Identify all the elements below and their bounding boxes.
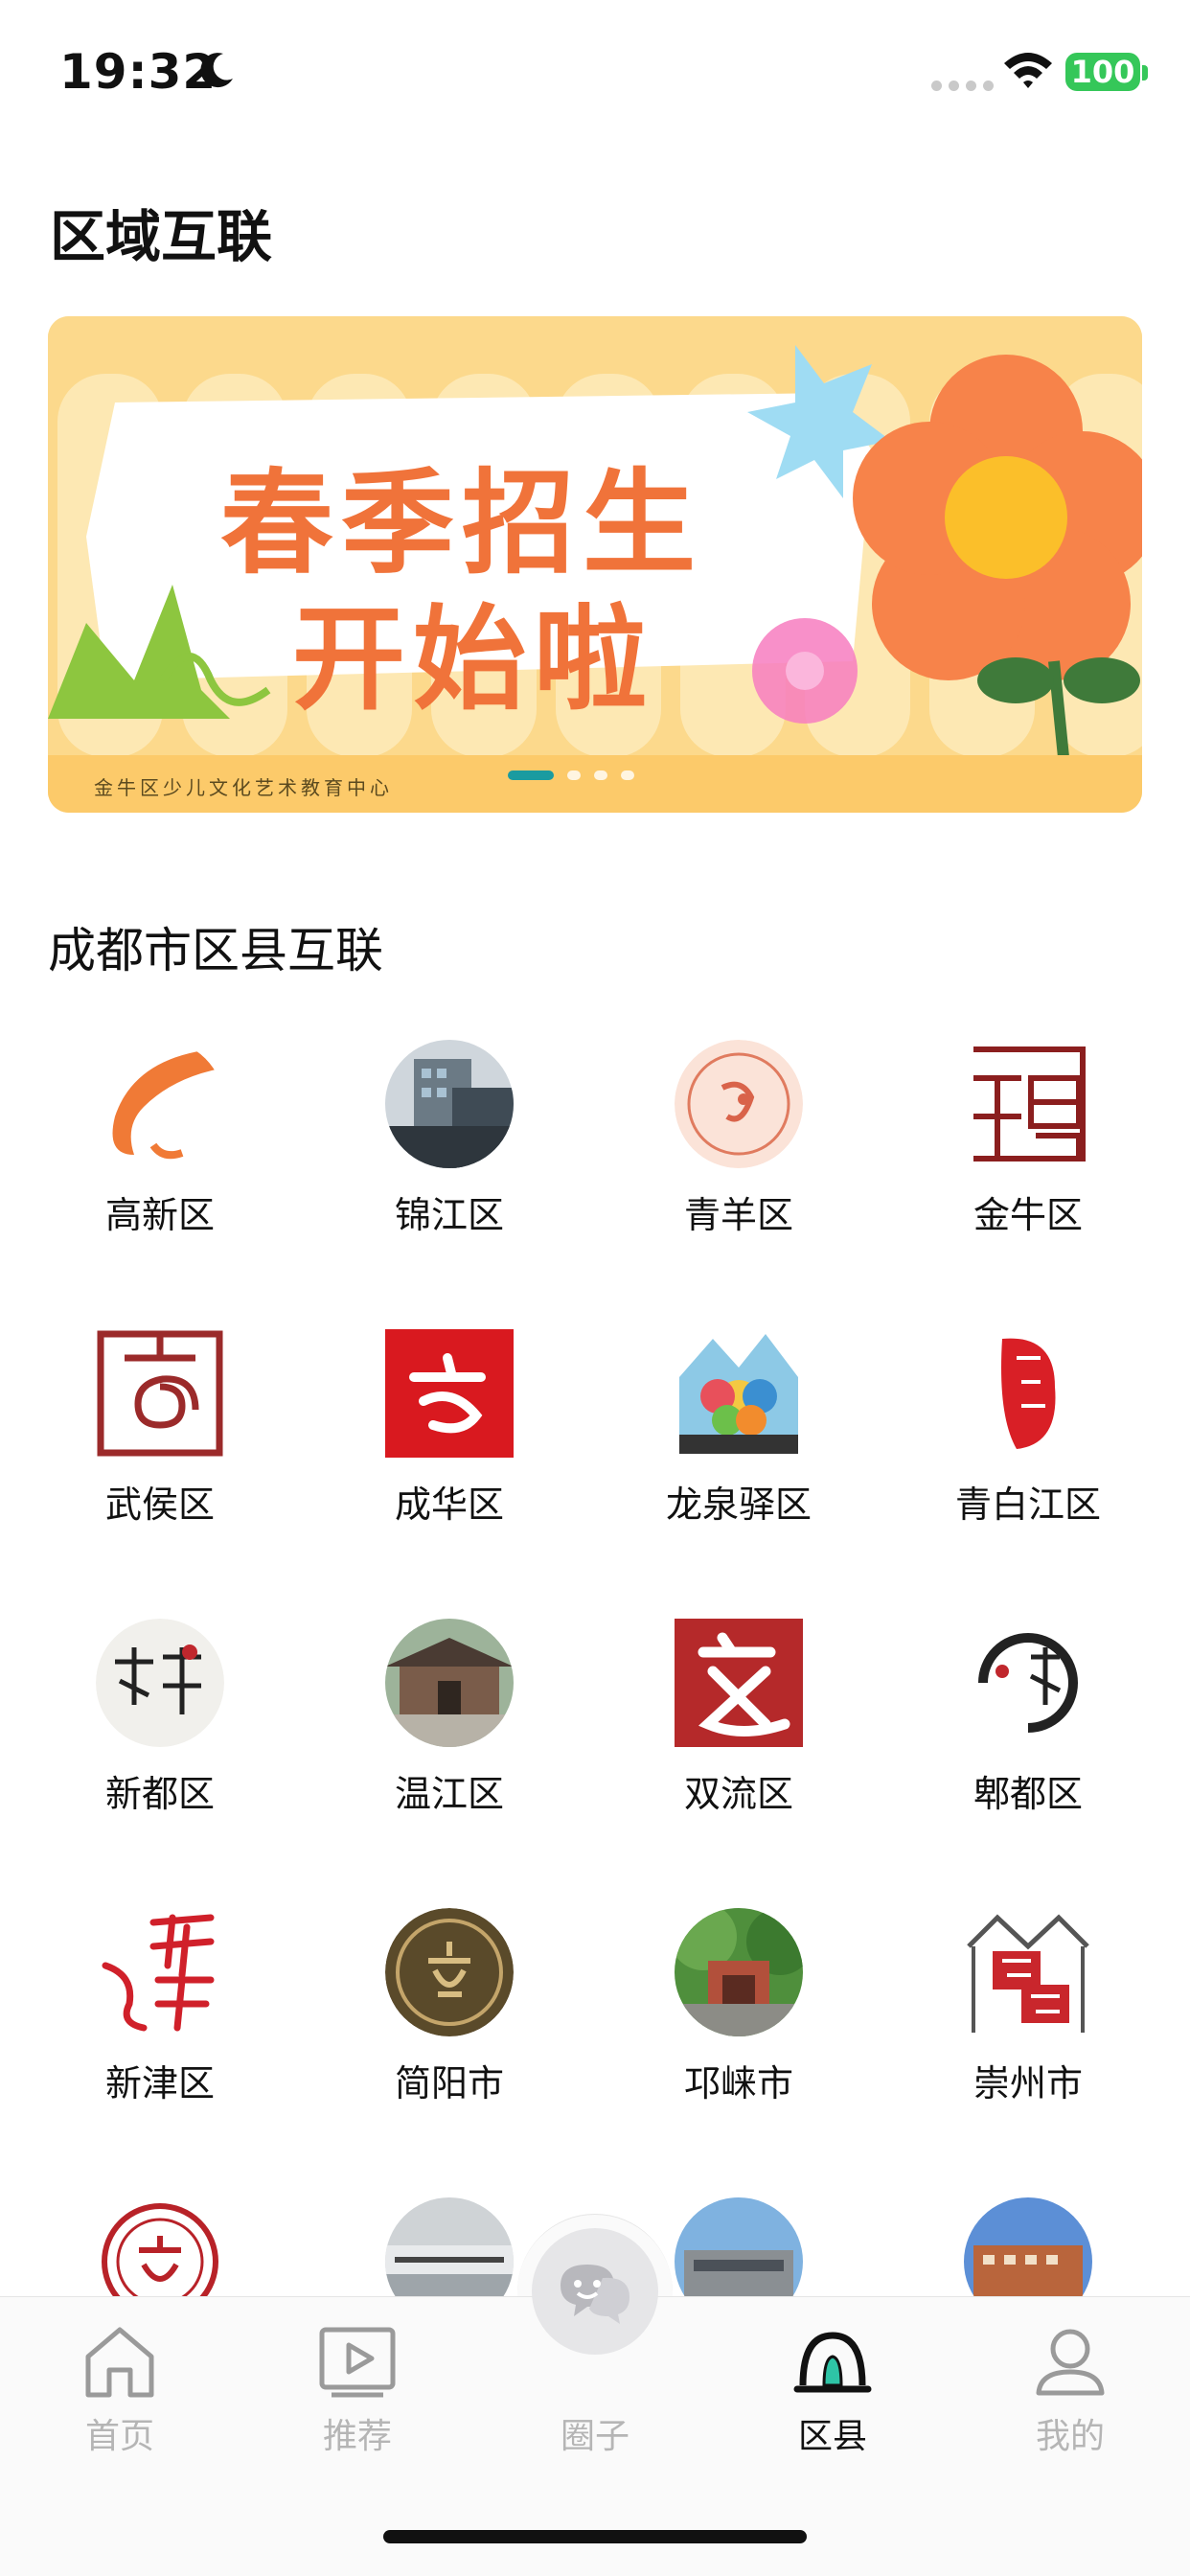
seal-logo-icon: [675, 1040, 803, 1168]
page-title: 区域互联: [50, 204, 273, 269]
profile-icon: [1036, 2329, 1105, 2396]
district-item[interactable]: 温江区: [297, 1619, 584, 1858]
banner-dot: [508, 770, 554, 780]
district-label: 简阳市: [394, 2062, 504, 2104]
red-square-logo-icon: [385, 1329, 514, 1458]
banner-organization: 金牛区少儿文化艺术教育中心: [94, 776, 393, 799]
district-label: 锦江区: [394, 1194, 504, 1236]
district-label: 高新区: [104, 1194, 215, 1236]
district-item[interactable]: 青白江区: [876, 1329, 1163, 1569]
section-title: 成都市区县互联: [48, 923, 383, 978]
home-indicator: [383, 2530, 807, 2543]
status-time: 19:32: [59, 44, 217, 100]
banner-subheadline: 开始啦: [292, 593, 655, 725]
building-photo-icon: [385, 1040, 514, 1168]
banner-dot: [621, 770, 634, 780]
wen-character-logo-icon: [675, 1619, 803, 1747]
tab-label: 区县: [797, 2417, 867, 2456]
district-label: 金牛区: [973, 1194, 1083, 1236]
district-item[interactable]: 金牛区: [876, 1040, 1163, 1279]
district-label: 郫都区: [973, 1773, 1083, 1815]
district-item[interactable]: 龙泉驿区: [586, 1329, 874, 1569]
district-item[interactable]: 成华区: [297, 1329, 584, 1569]
play-icon: [319, 2327, 396, 2398]
district-item[interactable]: 武侯区: [8, 1329, 295, 1569]
district-label: 青白江区: [954, 1484, 1101, 1526]
cellular-signal-icon: [931, 80, 994, 91]
tab-label: 我的: [1035, 2417, 1105, 2456]
bell-dome-icon: [793, 2332, 872, 2393]
district-label: 龙泉驿区: [665, 1484, 812, 1526]
promo-banner[interactable]: 春季招生 开始啦 金牛区少儿文化艺术教育中心: [48, 316, 1142, 813]
moon-icon: [200, 53, 233, 88]
district-label: 新都区: [104, 1773, 215, 1815]
district-item[interactable]: 简阳市: [297, 1908, 584, 2148]
temple-photo-icon: [385, 1619, 514, 1747]
bronze-medal-icon: [385, 1908, 514, 2036]
status-bar: 19:32 100: [0, 0, 1190, 144]
district-item[interactable]: 高新区: [8, 1040, 295, 1279]
tab-profile[interactable]: 我的: [998, 2322, 1142, 2456]
calligraphy-logo-icon: [964, 1040, 1092, 1168]
battery-cap: [1142, 65, 1148, 80]
chat-bubbles-icon: [561, 2265, 629, 2324]
tab-district[interactable]: 区县: [761, 2322, 904, 2456]
center-action-button[interactable]: [532, 2228, 658, 2355]
district-label: 新津区: [104, 2062, 215, 2104]
ink-circle-logo-icon: [964, 1619, 1092, 1747]
tab-label: 推荐: [322, 2417, 392, 2456]
flower-mountain-logo-icon: [675, 1329, 803, 1458]
battery-indicator: 100: [1065, 53, 1140, 91]
banner-page-indicator: [508, 770, 634, 780]
tab-recommend[interactable]: 推荐: [286, 2322, 429, 2456]
district-label: 青羊区: [683, 1194, 793, 1236]
district-label: 温江区: [394, 1773, 504, 1815]
district-item[interactable]: 邛崃市: [586, 1908, 874, 2148]
district-item[interactable]: 锦江区: [297, 1040, 584, 1279]
home-icon: [85, 2327, 154, 2398]
banner-dot: [594, 770, 607, 780]
house-frame-logo-icon: [964, 1908, 1092, 2036]
district-label: 武侯区: [104, 1484, 215, 1526]
spiral-logo-icon: [96, 1329, 224, 1458]
district-item[interactable]: 新都区: [8, 1619, 295, 1858]
tab-home[interactable]: 首页: [48, 2322, 192, 2456]
district-item[interactable]: 新津区: [8, 1908, 295, 2148]
district-item[interactable]: 郫都区: [876, 1619, 1163, 1858]
district-label: 邛崃市: [683, 2062, 793, 2104]
district-item[interactable]: 双流区: [586, 1619, 874, 1858]
district-label: 成华区: [394, 1484, 504, 1526]
tab-label: 圈子: [560, 2417, 629, 2456]
red-calligraphy-icon: [96, 1908, 224, 2036]
wifi-icon: [1004, 53, 1052, 88]
district-label: 崇州市: [973, 2062, 1083, 2104]
district-item[interactable]: 崇州市: [876, 1908, 1163, 2148]
banner-dot: [567, 770, 581, 780]
swoosh-logo-icon: [96, 1040, 224, 1168]
district-label: 双流区: [683, 1773, 793, 1815]
red-brush-logo-icon: [964, 1329, 1092, 1458]
forest-building-photo-icon: [675, 1908, 803, 2036]
district-item[interactable]: 青羊区: [586, 1040, 874, 1279]
ink-calligraphy-icon: [96, 1619, 224, 1747]
tab-label: 首页: [84, 2417, 154, 2456]
